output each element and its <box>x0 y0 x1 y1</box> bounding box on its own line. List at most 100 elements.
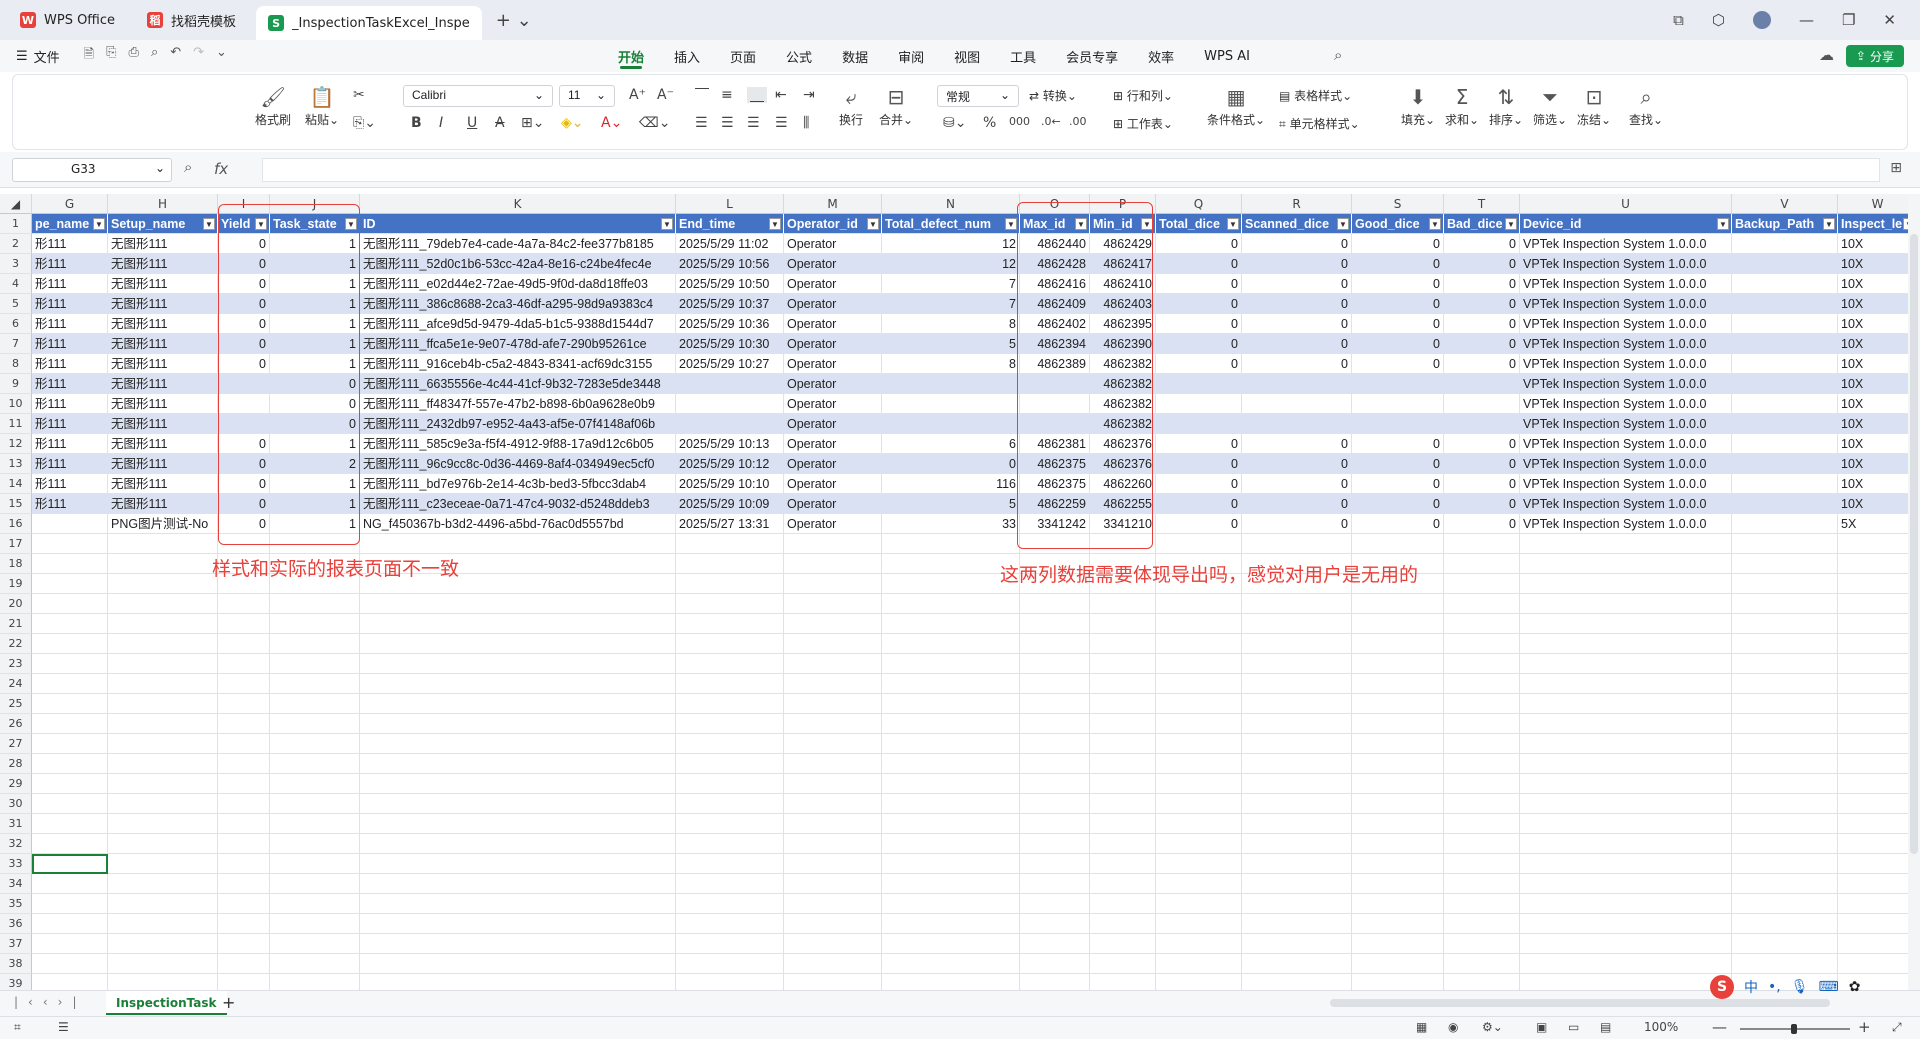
table-cell[interactable] <box>1732 394 1838 414</box>
empty-cell[interactable] <box>676 634 784 654</box>
empty-cell[interactable] <box>1156 914 1242 934</box>
empty-cell[interactable] <box>1156 694 1242 714</box>
empty-cell[interactable] <box>108 554 218 574</box>
empty-cell[interactable] <box>1520 634 1732 654</box>
row-header[interactable]: 33 <box>0 854 32 874</box>
table-cell[interactable]: 0 <box>1242 494 1352 514</box>
table-cell[interactable]: 2025/5/27 13:31 <box>676 514 784 534</box>
table-cell[interactable]: 2025/5/29 10:12 <box>676 454 784 474</box>
empty-cell[interactable] <box>1444 854 1520 874</box>
filter-dropdown-icon[interactable]: ▼ <box>1005 218 1017 230</box>
empty-cell[interactable] <box>676 974 784 990</box>
empty-cell[interactable] <box>1020 674 1090 694</box>
empty-cell[interactable] <box>1090 634 1156 654</box>
empty-cell[interactable] <box>360 714 676 734</box>
empty-cell[interactable] <box>360 854 676 874</box>
empty-cell[interactable] <box>270 714 360 734</box>
table-cell[interactable]: 0 <box>1444 434 1520 454</box>
empty-cell[interactable] <box>32 814 108 834</box>
table-cell[interactable]: 无图形111_6635556e-4c44-41cf-9b32-7283e5de3… <box>360 374 676 394</box>
empty-cell[interactable] <box>1444 834 1520 854</box>
table-cell[interactable]: 0 <box>1242 314 1352 334</box>
decrease-decimal-icon[interactable]: .00 <box>1069 115 1087 128</box>
table-cell[interactable]: 无图形111 <box>108 374 218 394</box>
empty-cell[interactable] <box>882 894 1020 914</box>
table-cell[interactable]: 0 <box>1242 334 1352 354</box>
table-cell[interactable] <box>1242 414 1352 434</box>
redo-icon[interactable]: ↷ <box>193 45 204 67</box>
bold-icon[interactable]: B <box>411 115 422 131</box>
table-cell[interactable]: 0 <box>1352 294 1444 314</box>
table-cell[interactable] <box>1732 334 1838 354</box>
row-header[interactable]: 34 <box>0 874 32 894</box>
empty-cell[interactable] <box>676 554 784 574</box>
empty-cell[interactable] <box>108 854 218 874</box>
empty-cell[interactable] <box>270 814 360 834</box>
table-cell[interactable]: 0 <box>1444 274 1520 294</box>
row-header[interactable]: 35 <box>0 894 32 914</box>
empty-cell[interactable] <box>32 874 108 894</box>
table-cell[interactable]: 无图形111 <box>108 234 218 254</box>
table-cell[interactable] <box>1732 414 1838 434</box>
normal-view-icon[interactable]: ▣ <box>1536 1020 1547 1034</box>
empty-cell[interactable] <box>1020 954 1090 974</box>
table-cell[interactable]: 0 <box>1352 514 1444 534</box>
table-cell[interactable]: 0 <box>1352 314 1444 334</box>
table-cell[interactable]: 形111 <box>32 354 108 374</box>
empty-cell[interactable] <box>1444 614 1520 634</box>
table-cell[interactable]: 0 <box>1156 274 1242 294</box>
empty-cell[interactable] <box>1090 914 1156 934</box>
empty-cell[interactable] <box>218 634 270 654</box>
table-cell[interactable]: 形111 <box>32 294 108 314</box>
table-cell[interactable] <box>1242 394 1352 414</box>
table-cell[interactable] <box>1156 414 1242 434</box>
empty-cell[interactable] <box>784 754 882 774</box>
empty-cell[interactable] <box>1090 814 1156 834</box>
table-cell[interactable]: VPTek Inspection System 1.0.0.0 <box>1520 234 1732 254</box>
empty-cell[interactable] <box>784 874 882 894</box>
empty-cell[interactable] <box>270 614 360 634</box>
empty-cell[interactable] <box>676 754 784 774</box>
empty-cell[interactable] <box>108 594 218 614</box>
empty-cell[interactable] <box>1090 774 1156 794</box>
table-cell[interactable]: 无图形111_585c9e3a-f5f4-4912-9f88-17a9d12c6… <box>360 434 676 454</box>
empty-cell[interactable] <box>1732 654 1838 674</box>
settings-icon[interactable]: ⚙⌄ <box>1482 1020 1503 1034</box>
empty-cell[interactable] <box>360 974 676 990</box>
preview-icon[interactable]: ⌕ <box>151 45 158 67</box>
empty-cell[interactable] <box>218 774 270 794</box>
empty-cell[interactable] <box>1838 714 1908 734</box>
table-cell[interactable]: 0 <box>1156 514 1242 534</box>
empty-cell[interactable] <box>1020 654 1090 674</box>
empty-cell[interactable] <box>32 934 108 954</box>
align-left-icon[interactable]: ☰ <box>695 115 708 131</box>
empty-cell[interactable] <box>1520 754 1732 774</box>
table-cell[interactable] <box>32 514 108 534</box>
row-header[interactable]: 9 <box>0 374 32 394</box>
table-cell[interactable]: Operator <box>784 434 882 454</box>
empty-cell[interactable] <box>1838 634 1908 654</box>
row-header[interactable]: 26 <box>0 714 32 734</box>
page-break-icon[interactable]: ▤ <box>1600 1020 1611 1034</box>
empty-cell[interactable] <box>1520 834 1732 854</box>
header-cell[interactable]: pe_name ▼ <box>32 214 108 234</box>
empty-cell[interactable] <box>1242 634 1352 654</box>
undo-icon[interactable]: ↶ <box>170 45 181 67</box>
copy-icon[interactable]: ⎘⌄ <box>353 115 376 131</box>
empty-cell[interactable] <box>1020 894 1090 914</box>
empty-cell[interactable] <box>1732 874 1838 894</box>
empty-cell[interactable] <box>1444 734 1520 754</box>
empty-cell[interactable] <box>1838 854 1908 874</box>
table-cell[interactable]: 形111 <box>32 274 108 294</box>
empty-cell[interactable] <box>1444 694 1520 714</box>
empty-cell[interactable] <box>676 814 784 834</box>
empty-cell[interactable] <box>32 534 108 554</box>
table-cell[interactable]: Operator <box>784 514 882 534</box>
table-cell[interactable]: 无图形111_c23eceae-0a71-47c4-9032-d5248ddeb… <box>360 494 676 514</box>
empty-cell[interactable] <box>1242 614 1352 634</box>
row-header[interactable]: 28 <box>0 754 32 774</box>
empty-cell[interactable] <box>360 874 676 894</box>
table-cell[interactable]: Operator <box>784 314 882 334</box>
empty-cell[interactable] <box>1352 874 1444 894</box>
table-cell[interactable]: 无图形111 <box>108 334 218 354</box>
